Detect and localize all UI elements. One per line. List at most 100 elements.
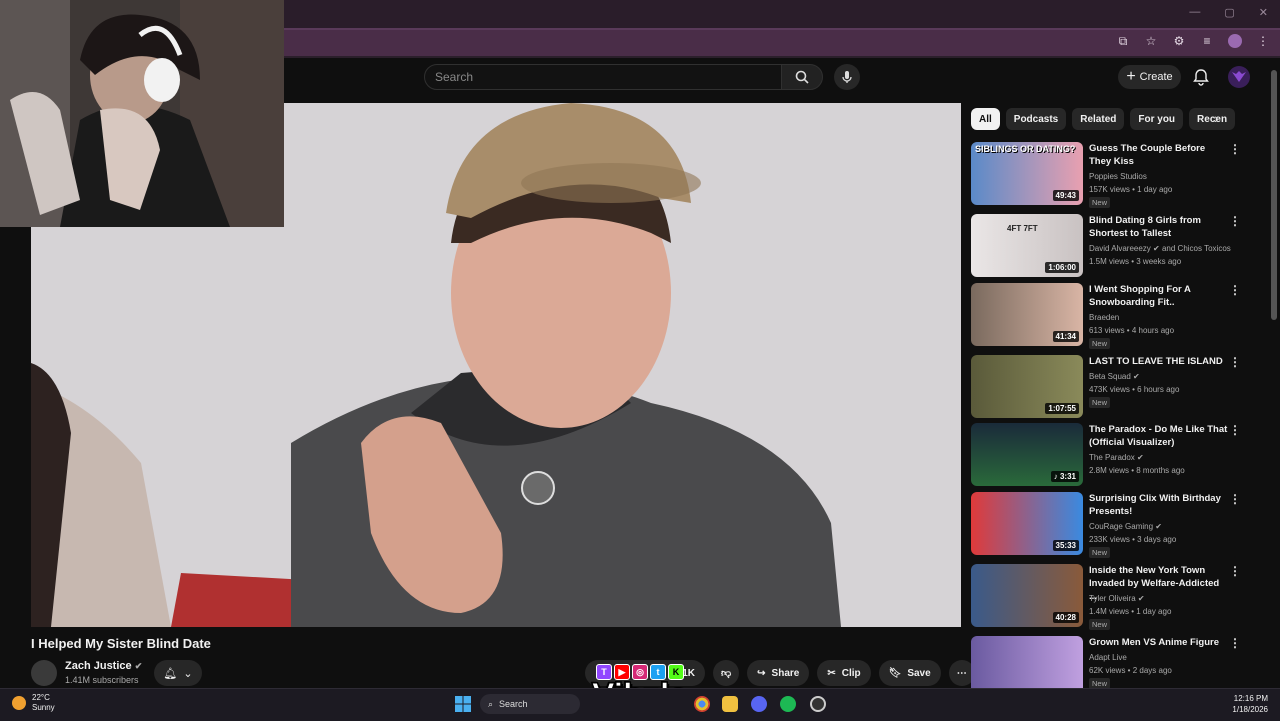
obs-icon[interactable]: [810, 696, 826, 712]
video-title-link[interactable]: LAST TO LEAVE THE ISLAND: [1089, 355, 1229, 368]
video-thumbnail[interactable]: 41:34: [971, 283, 1083, 346]
chip-related[interactable]: Related: [1072, 108, 1125, 130]
windows-start-icon[interactable]: [455, 696, 471, 712]
save-button[interactable]: 🔖︎ Save: [878, 660, 941, 686]
channel-name[interactable]: Beta Squad ✔: [1089, 370, 1140, 383]
discord-icon[interactable]: [751, 696, 767, 712]
channel-name[interactable]: The Paradox ✔: [1089, 451, 1144, 464]
channel-name[interactable]: CouRage Gaming ✔: [1089, 520, 1162, 533]
list-item[interactable]: ♪ 3:31 The Paradox - Do Me Like That (Of…: [971, 423, 1261, 487]
page-scrollbar[interactable]: [1271, 70, 1277, 320]
chevron-right-icon[interactable]: ›: [1214, 110, 1219, 126]
taskbar-search[interactable]: ⌕ Search: [480, 694, 580, 714]
voice-search-button[interactable]: [834, 64, 860, 90]
video-thumbnail[interactable]: ♪ 3:31: [971, 423, 1083, 486]
share-button[interactable]: ↪ Share: [747, 660, 810, 686]
search-input[interactable]: Search: [424, 64, 782, 90]
channel-name-text: Beta Squad: [1089, 372, 1131, 381]
more-vert-icon[interactable]: ⋮: [1229, 283, 1241, 297]
more-vert-icon[interactable]: ⋮: [1229, 492, 1241, 506]
new-badge: New: [1089, 547, 1111, 558]
channel-name-text: Tyler Oliveira: [1089, 594, 1136, 603]
search-icon: [795, 70, 809, 84]
search-icon: ⌕: [488, 698, 494, 709]
video-duration: 41:34: [1052, 331, 1079, 342]
list-item[interactable]: 41:34 I Went Shopping For A Snowboarding…: [971, 283, 1261, 349]
new-badge: New: [1089, 397, 1111, 408]
channel-name-text: The Paradox: [1089, 453, 1135, 462]
create-button[interactable]: + Create: [1118, 65, 1181, 89]
list-item[interactable]: Grown Men VS Anime Figure Adapt Live 62K…: [971, 636, 1261, 688]
video-thumbnail[interactable]: 35:33: [971, 492, 1083, 555]
video-thumbnail[interactable]: [971, 636, 1083, 688]
video-duration: 40:28: [1052, 612, 1079, 623]
channel-name[interactable]: Zach Justice ✔: [65, 660, 142, 672]
verified-icon: ✔: [1155, 522, 1162, 531]
profile-avatar[interactable]: [1228, 34, 1242, 48]
bookmark-star-icon[interactable]: ☆: [1144, 34, 1158, 48]
chip-recent[interactable]: Recen: [1189, 108, 1236, 130]
subscription-bell-button[interactable]: 🔔︎ ⌄: [154, 660, 202, 686]
video-thumbnail[interactable]: SIBLINGS OR DATING? 49:43: [971, 142, 1083, 205]
extensions-icon[interactable]: ⚙: [1172, 34, 1186, 48]
channel-name[interactable]: Tyler Oliveira ✔: [1089, 592, 1145, 605]
channel-name[interactable]: David Alvareeezy ✔ and Chicos Toxicos: [1089, 242, 1231, 255]
close-icon[interactable]: ✕: [1259, 6, 1268, 19]
channel-avatar[interactable]: [31, 660, 57, 686]
video-thumbnail[interactable]: 40:28: [971, 564, 1083, 627]
clip-label: Clip: [841, 667, 861, 679]
user-avatar[interactable]: [1228, 66, 1250, 88]
video-title-link[interactable]: Guess The Couple Before They Kiss: [1089, 142, 1229, 168]
verified-icon: ✔: [134, 661, 143, 671]
maximize-icon[interactable]: ▢: [1224, 6, 1234, 19]
reading-list-icon[interactable]: ≡: [1200, 34, 1214, 48]
channel-name-text: David Alvareeezy: [1089, 244, 1151, 253]
chip-all[interactable]: All: [971, 108, 1000, 130]
list-item[interactable]: 40:28 Inside the New York Town Invaded b…: [971, 564, 1261, 630]
more-vert-icon[interactable]: ⋮: [1229, 355, 1241, 369]
share-icon: ↪: [757, 667, 766, 679]
more-vert-icon[interactable]: ⋮: [1229, 564, 1241, 578]
new-badge: New: [1089, 678, 1111, 688]
spotify-icon[interactable]: [780, 696, 796, 712]
video-title-link[interactable]: The Paradox - Do Me Like That (Official …: [1089, 423, 1229, 449]
video-thumbnail[interactable]: 4FT 7FT 1:06:00: [971, 214, 1083, 277]
browser-toolbar: ⧉ ☆ ⚙ ≡ ⋮: [1116, 34, 1270, 48]
list-item[interactable]: 35:33 Surprising Clix With Birthday Pres…: [971, 492, 1261, 558]
verified-icon: ✔: [1137, 594, 1145, 603]
chrome-icon[interactable]: [694, 696, 710, 712]
video-meta: 613 views • 4 hours ago: [1089, 326, 1175, 335]
file-explorer-icon[interactable]: [722, 696, 738, 712]
collab-channel: and Chicos Toxicos: [1161, 244, 1231, 253]
more-vert-icon[interactable]: ⋮: [1229, 142, 1241, 156]
system-clock[interactable]: 12:16 PM 1/18/2026: [1232, 693, 1268, 715]
list-item[interactable]: 1:07:55 LAST TO LEAVE THE ISLAND Beta Sq…: [971, 355, 1261, 419]
notifications-bell-icon[interactable]: [1192, 68, 1210, 86]
channel-name[interactable]: Braeden: [1089, 311, 1119, 324]
chip-for-you[interactable]: For you: [1130, 108, 1184, 130]
more-vert-icon[interactable]: ⋮: [1229, 423, 1241, 437]
more-vert-icon[interactable]: ⋮: [1229, 214, 1241, 228]
weather-condition: Sunny: [32, 703, 55, 712]
channel-name[interactable]: Adapt Live: [1089, 651, 1127, 664]
webcam-overlay: [0, 0, 284, 227]
video-title-link[interactable]: I Went Shopping For A Snowboarding Fit..: [1089, 283, 1229, 309]
video-title-link[interactable]: Blind Dating 8 Girls from Shortest to Ta…: [1089, 214, 1229, 240]
search-button[interactable]: [781, 64, 823, 90]
video-title-link[interactable]: Grown Men VS Anime Figure: [1089, 636, 1229, 649]
channel-name[interactable]: Poppies Studios: [1089, 170, 1147, 183]
bookmark-icon: 🔖︎: [888, 667, 902, 679]
more-vert-icon[interactable]: ⋮: [1229, 636, 1241, 650]
video-thumbnail[interactable]: 1:07:55: [971, 355, 1083, 418]
browser-menu-icon[interactable]: ⋮: [1256, 34, 1270, 48]
install-app-icon[interactable]: ⧉: [1116, 34, 1130, 48]
thumbnail-caption: SIBLINGS OR DATING?: [975, 144, 1076, 154]
minimize-icon[interactable]: —: [1189, 6, 1200, 19]
chip-podcasts[interactable]: Podcasts: [1005, 108, 1067, 130]
list-item[interactable]: 4FT 7FT 1:06:00 Blind Dating 8 Girls fro…: [971, 214, 1261, 278]
dislike-button[interactable]: 👎︎: [713, 660, 740, 686]
weather-widget[interactable]: 22°C Sunny: [12, 693, 55, 713]
list-item[interactable]: SIBLINGS OR DATING? 49:43 Guess The Coup…: [971, 142, 1261, 208]
video-title-link[interactable]: Surprising Clix With Birthday Presents!: [1089, 492, 1229, 518]
clip-button[interactable]: ✂ Clip: [817, 660, 871, 686]
